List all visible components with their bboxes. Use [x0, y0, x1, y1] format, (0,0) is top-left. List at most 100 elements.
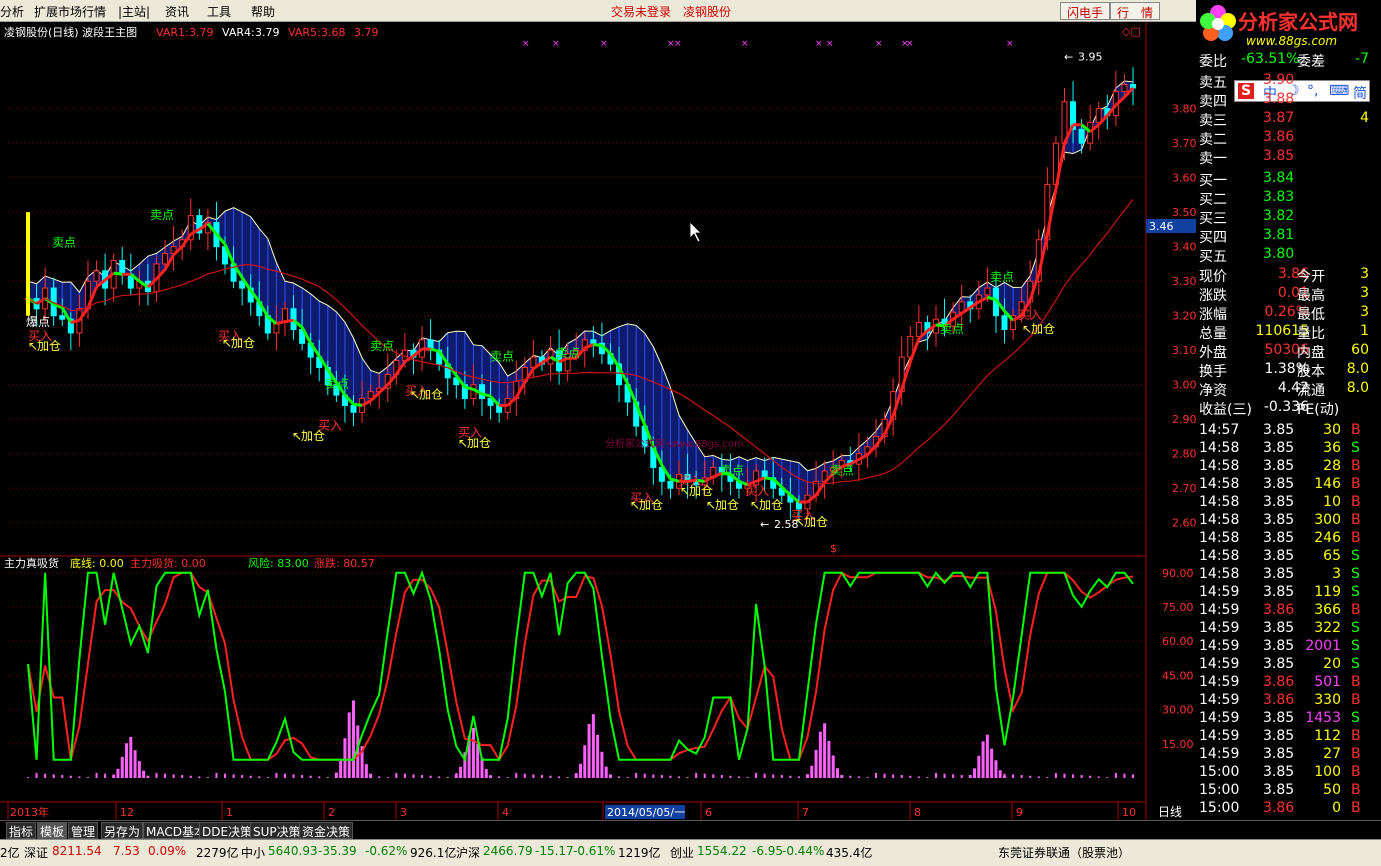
menu-item-1[interactable]: 扩展市场行情 — [34, 3, 106, 20]
low-marker: ← — [760, 518, 769, 531]
tick-time: 14:59 — [1199, 710, 1240, 726]
base-bar — [892, 774, 895, 778]
menu-item-5[interactable]: 帮助 — [251, 3, 275, 20]
base-bar — [703, 773, 706, 778]
menu-item-0[interactable]: 分析 — [0, 3, 24, 20]
status-item-14: -0.61% — [573, 844, 616, 858]
menu-center-0[interactable]: 交易未登录 — [611, 3, 671, 20]
price-axis-label: 3.40 — [1172, 241, 1197, 254]
buy-level-3: 买四 3.81 — [1197, 227, 1370, 246]
buy-price: 3.84 — [1263, 170, 1295, 186]
base-bar — [755, 772, 758, 778]
flower-logo-icon — [1200, 5, 1236, 41]
base-bar — [52, 774, 55, 778]
tick-side: B — [1351, 674, 1361, 690]
tick-price: 3.85 — [1263, 746, 1295, 762]
tick-price: 3.86 — [1263, 692, 1295, 708]
tick-price: 3.85 — [1263, 566, 1295, 582]
accumulation-bar — [835, 768, 839, 778]
signal-marker: × — [875, 39, 883, 49]
tick-side: B — [1351, 764, 1361, 780]
tick-side: B — [1351, 728, 1361, 744]
tick-time: 14:59 — [1199, 638, 1240, 654]
tab-5[interactable]: DDE决策 — [199, 822, 256, 839]
tick-volume: 366 — [1314, 602, 1341, 618]
base-bar — [969, 775, 972, 778]
period-label[interactable]: 日线 — [1158, 805, 1182, 819]
menu-center-1[interactable]: 凌钢股份 — [683, 3, 731, 20]
sell-vol: 4 — [1360, 110, 1369, 126]
tick-time: 14:59 — [1199, 656, 1240, 672]
lower-indicator-label: 主力吸货: 0.00 — [130, 556, 206, 570]
base-bar — [917, 776, 920, 778]
base-bar — [309, 775, 312, 778]
accumulation-bar — [120, 756, 124, 778]
sell-level-0: 卖五 3.90 — [1197, 72, 1370, 91]
base-bar — [712, 774, 715, 778]
tick-time: 14:58 — [1199, 494, 1240, 510]
base-bar — [78, 776, 81, 778]
base-bar — [198, 776, 201, 778]
stat-label2: 流通 — [1297, 383, 1325, 399]
lower-indicator-label: 涨跌: 80.57 — [314, 556, 375, 570]
base-bar — [592, 774, 595, 778]
tick-side: S — [1351, 440, 1360, 456]
tick-time: 14:59 — [1199, 602, 1240, 618]
base-bar — [224, 773, 227, 778]
toolbar-button-1[interactable]: 行 情 — [1110, 2, 1161, 20]
tab-6[interactable]: SUP决策 — [250, 822, 304, 839]
candle-body — [59, 315, 66, 320]
buy-level-2: 买三 3.82 — [1197, 208, 1370, 227]
base-bar — [241, 775, 244, 778]
tick-row-11: 14:59 3.85 322 S — [1197, 620, 1370, 639]
tick-volume: 65 — [1323, 548, 1341, 564]
add-position-label: 加仓 — [804, 515, 828, 529]
base-bar — [729, 775, 732, 778]
tab-2[interactable]: 管理 — [68, 822, 99, 839]
menu-item-3[interactable]: 资讯 — [165, 3, 189, 20]
tab-7[interactable]: 资金决策 — [299, 822, 354, 839]
sell-price: 3.85 — [1263, 148, 1295, 164]
dollar-marker: $ — [830, 542, 837, 555]
tab-3[interactable]: 另存为 — [101, 822, 144, 839]
tick-time: 14:57 — [1199, 422, 1240, 438]
current-price-tag-text: 3.46 — [1149, 220, 1174, 233]
menu-item-4[interactable]: 工具 — [207, 3, 231, 20]
stat-label2: 最低 — [1297, 307, 1325, 323]
base-bar — [301, 775, 304, 778]
tab-1[interactable]: 模板 — [37, 822, 68, 839]
accumulation-bar — [596, 734, 600, 778]
accumulation-bar — [583, 745, 587, 778]
base-bar — [44, 773, 47, 778]
accumulation-bar — [998, 770, 1002, 778]
tick-volume: 30 — [1323, 422, 1341, 438]
base-bar — [95, 772, 98, 778]
tick-side: B — [1351, 602, 1361, 618]
candle-body — [1001, 315, 1008, 331]
tick-time: 14:58 — [1199, 512, 1240, 528]
base-bar — [549, 775, 552, 778]
toolbar-button-0[interactable]: 闪电手 — [1060, 2, 1111, 20]
sell-signal: 卖点 — [325, 377, 349, 391]
tick-time: 15:00 — [1199, 782, 1240, 798]
tick-row-3: 14:58 3.85 146 B — [1197, 476, 1370, 495]
sell-level-3: 卖二 3.86 — [1197, 129, 1370, 148]
label: 委差 — [1297, 54, 1325, 70]
xaxis-label: 2013年 — [10, 805, 49, 819]
indicator-label: VAR4: — [222, 26, 255, 39]
price-axis-label: 2.60 — [1172, 517, 1197, 530]
accumulation-bar — [133, 750, 137, 778]
stat-value2: 8.0 — [1346, 380, 1369, 396]
tick-row-19: 15:00 3.85 100 B — [1197, 764, 1370, 783]
tick-row-14: 14:59 3.86 501 B — [1197, 674, 1370, 693]
chart-title: 凌钢股份(日线) 波段王主图 — [4, 25, 137, 39]
tab-0[interactable]: 指标 — [6, 822, 37, 839]
sell-signal: 卖点 — [556, 346, 580, 360]
chart-expand-icon[interactable]: ◇□ — [1122, 25, 1141, 38]
base-bar — [926, 777, 929, 778]
menu-item-2[interactable]: |主站| — [118, 3, 150, 20]
tick-row-10: 14:59 3.86 366 B — [1197, 602, 1370, 621]
signal-marker: × — [522, 39, 530, 49]
tick-time: 14:59 — [1199, 620, 1240, 636]
base-bar — [832, 774, 835, 778]
